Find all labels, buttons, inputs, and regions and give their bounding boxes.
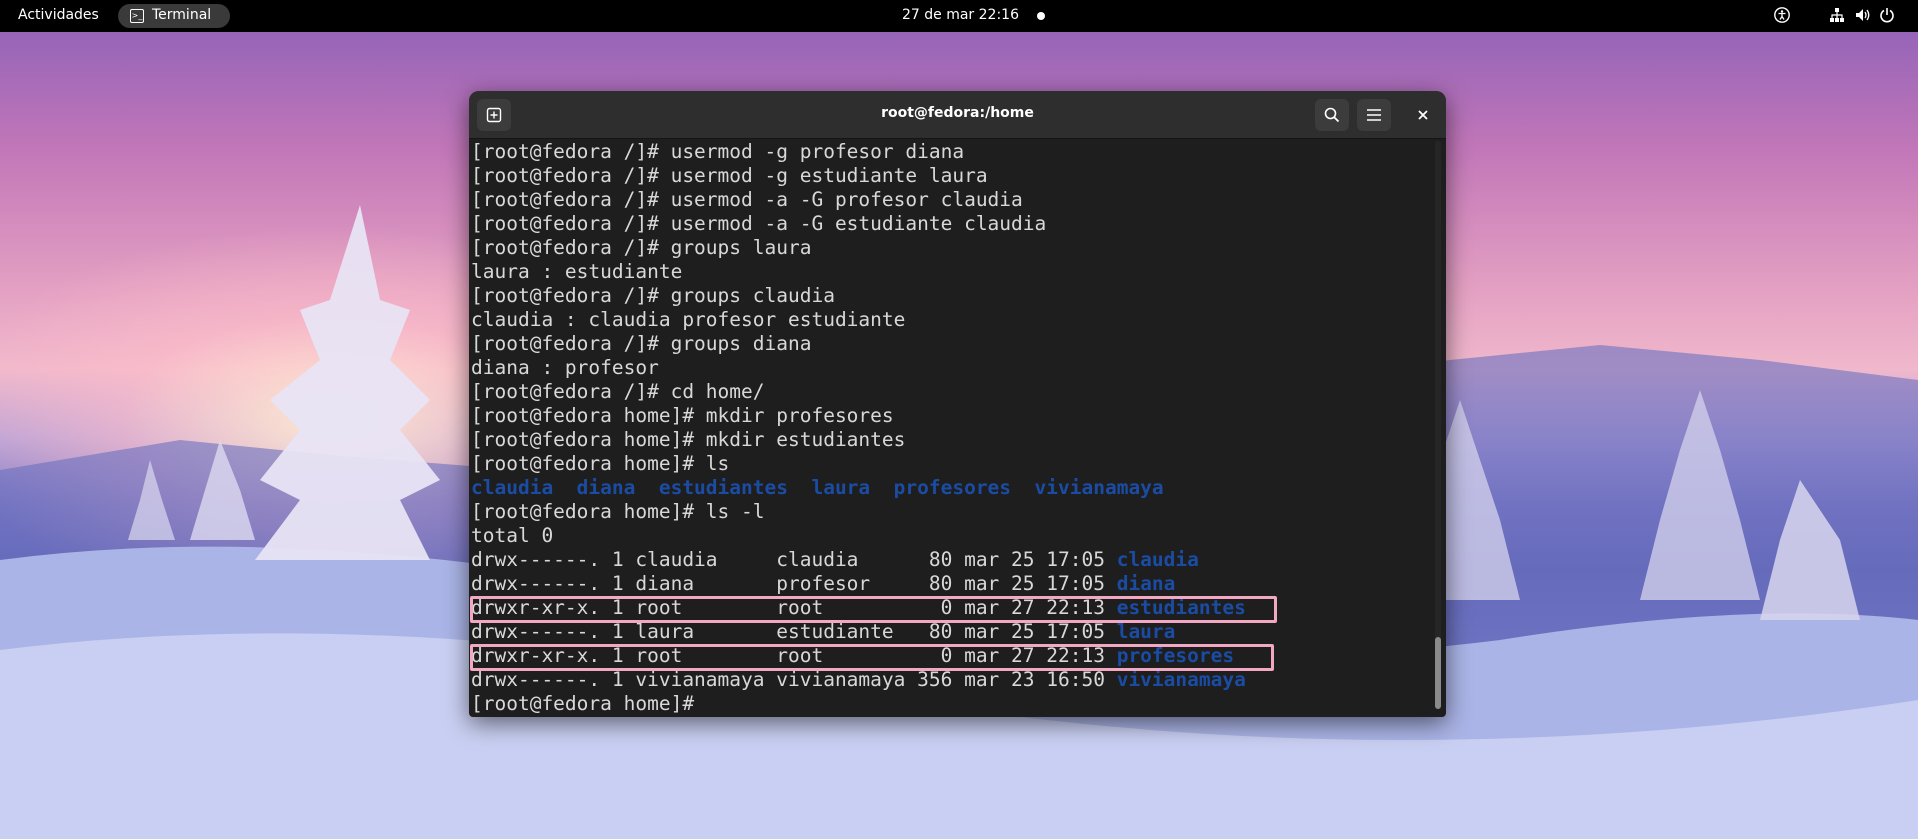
network-icon[interactable] (1829, 7, 1845, 23)
terminal-line-text: total 0 (471, 524, 554, 547)
window-headerbar[interactable]: root@fedora:/home (469, 91, 1446, 139)
menu-button[interactable] (1357, 99, 1391, 131)
terminal-line-text: drwx------. 1 diana profesor 80 mar 25 1… (471, 572, 1117, 595)
terminal-line: [root@fedora /]# groups claudia (471, 284, 1429, 308)
directory-name: claudia diana estudiantes laura profesor… (471, 476, 1164, 499)
terminal-line: drwx------. 1 laura estudiante 80 mar 25… (471, 620, 1429, 644)
window-title: root@fedora:/home (881, 105, 1034, 121)
top-bar: Actividades >_ Terminal 27 de mar 22:16 (0, 0, 1918, 32)
terminal-line: [root@fedora home]# mkdir estudiantes (471, 428, 1429, 452)
terminal-line: drwx------. 1 claudia claudia 80 mar 25 … (471, 548, 1429, 572)
terminal-line-text: drwx------. 1 laura estudiante 80 mar 25… (471, 620, 1117, 643)
close-icon[interactable] (1413, 105, 1433, 125)
activities-button[interactable]: Actividades (18, 7, 99, 23)
terminal-line-text: [root@fedora /]# groups diana (471, 332, 812, 355)
clock[interactable]: 27 de mar 22:16 (902, 7, 1019, 23)
search-icon (1324, 107, 1340, 123)
highlight-box-profesores (470, 644, 1274, 671)
terminal-line: [root@fedora /]# groups laura (471, 236, 1429, 260)
search-button[interactable] (1315, 99, 1349, 131)
terminal-line: total 0 (471, 524, 1429, 548)
terminal-icon: >_ (130, 9, 144, 23)
terminal-line-text: [root@fedora home]# mkdir estudiantes (471, 428, 906, 451)
terminal-line: [root@fedora /]# usermod -g estudiante l… (471, 164, 1429, 188)
terminal-line-text: [root@fedora /]# usermod -a -G profesor … (471, 188, 1023, 211)
terminal-window[interactable]: root@fedora:/home [root@fedora /]# userm… (469, 91, 1446, 717)
terminal-line: drwx------. 1 diana profesor 80 mar 25 1… (471, 572, 1429, 596)
terminal-line: diana : profesor (471, 356, 1429, 380)
terminal-line-text: [root@fedora home]# (471, 692, 706, 715)
terminal-line: [root@fedora /]# cd home/ (471, 380, 1429, 404)
focused-app-label: Terminal (152, 7, 212, 23)
terminal-scrollbar[interactable] (1435, 141, 1441, 709)
terminal-line: [root@fedora /]# usermod -a -G profesor … (471, 188, 1429, 212)
directory-name: vivianamaya (1116, 668, 1246, 691)
terminal-line: claudia diana estudiantes laura profesor… (471, 476, 1429, 500)
terminal-line: [root@fedora /]# groups diana (471, 332, 1429, 356)
notification-dot (1037, 12, 1045, 20)
directory-name: claudia (1116, 548, 1199, 571)
power-icon[interactable] (1879, 7, 1895, 23)
terminal-line: [root@fedora home]# (471, 692, 1429, 716)
terminal-line: [root@fedora /]# usermod -a -G estudiant… (471, 212, 1429, 236)
terminal-line: laura : estudiante (471, 260, 1429, 284)
terminal-line-text: drwx------. 1 vivianamaya vivianamaya 35… (471, 668, 1117, 691)
terminal-line: [root@fedora home]# ls (471, 452, 1429, 476)
focused-app-indicator[interactable]: >_ Terminal (118, 4, 230, 28)
volume-icon[interactable] (1855, 7, 1871, 23)
terminal-line-text: [root@fedora /]# groups laura (471, 236, 812, 259)
terminal-line-text: [root@fedora /]# usermod -g estudiante l… (471, 164, 988, 187)
terminal-line-text: [root@fedora home]# ls (471, 452, 730, 475)
terminal-line: [root@fedora /]# usermod -g profesor dia… (471, 140, 1429, 164)
terminal-line-text: [root@fedora home]# mkdir profesores (471, 404, 894, 427)
terminal-line-text: laura : estudiante (471, 260, 683, 283)
terminal-line-text: [root@fedora /]# usermod -g profesor dia… (471, 140, 965, 163)
terminal-line-text: [root@fedora /]# cd home/ (471, 380, 765, 403)
terminal-output[interactable]: [root@fedora /]# usermod -g profesor dia… (471, 140, 1429, 715)
terminal-line-text: [root@fedora /]# usermod -a -G estudiant… (471, 212, 1047, 235)
directory-name: laura (1116, 620, 1176, 643)
terminal-line: [root@fedora home]# mkdir profesores (471, 404, 1429, 428)
terminal-line: claudia : claudia profesor estudiante (471, 308, 1429, 332)
terminal-line-text: diana : profesor (471, 356, 659, 379)
directory-name: diana (1116, 572, 1176, 595)
terminal-line-text: drwx------. 1 claudia claudia 80 mar 25 … (471, 548, 1117, 571)
hamburger-menu-icon (1367, 109, 1381, 121)
accessibility-icon[interactable] (1774, 7, 1790, 23)
terminal-line-text: claudia : claudia profesor estudiante (471, 308, 906, 331)
terminal-line: drwx------. 1 vivianamaya vivianamaya 35… (471, 668, 1429, 692)
terminal-line: [root@fedora home]# ls -l (471, 500, 1429, 524)
highlight-box-estudiantes (470, 596, 1277, 623)
terminal-line-text: [root@fedora /]# groups claudia (471, 284, 835, 307)
scrollbar-thumb[interactable] (1435, 637, 1441, 709)
terminal-line-text: [root@fedora home]# ls -l (471, 500, 765, 523)
